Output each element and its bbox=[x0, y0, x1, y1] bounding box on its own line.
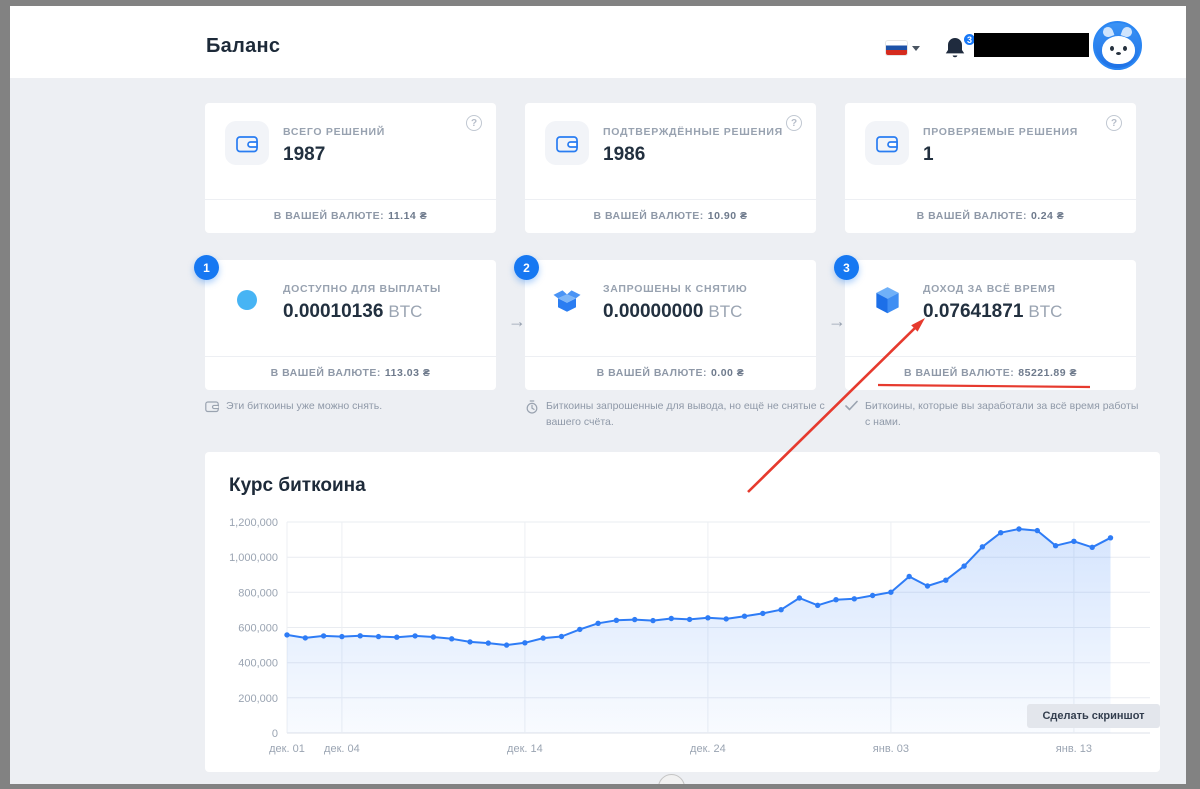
step-badge-2: 2 bbox=[514, 255, 539, 280]
card-label: ПОДТВЕРЖДЁННЫЕ РЕШЕНИЯ bbox=[603, 126, 783, 138]
note-income: Биткоины, которые вы заработали за всё в… bbox=[845, 399, 1145, 431]
cube-icon bbox=[875, 286, 899, 313]
card-footer: В ВАШЕЙ ВАЛЮТЕ: 10.90 ₴ bbox=[525, 199, 816, 232]
svg-text:дек. 04: дек. 04 bbox=[324, 743, 360, 755]
svg-text:400,000: 400,000 bbox=[238, 658, 278, 670]
wallet-icon bbox=[236, 135, 258, 152]
svg-text:0: 0 bbox=[272, 728, 278, 740]
avatar[interactable] bbox=[1093, 21, 1142, 70]
svg-text:600,000: 600,000 bbox=[238, 623, 278, 635]
card-confirmed-solutions: ПОДТВЕРЖДЁННЫЕ РЕШЕНИЯ 1986 ? В ВАШЕЙ ВА… bbox=[525, 103, 816, 233]
wallet-icon-box bbox=[545, 121, 589, 165]
svg-text:янв. 13: янв. 13 bbox=[1056, 743, 1092, 755]
help-icon[interactable]: ? bbox=[1106, 115, 1122, 131]
blue-dot-icon bbox=[237, 290, 257, 310]
card-footer: В ВАШЕЙ ВАЛЮТЕ: 85221.89 ₴ bbox=[845, 356, 1136, 389]
help-icon[interactable]: ? bbox=[786, 115, 802, 131]
balance-page: Баланс 3 ВСЕГО РЕШЕНИЙ 1987 ? В ВАШЕЙ ВА… bbox=[10, 6, 1186, 784]
card-footer: В ВАШЕЙ ВАЛЮТЕ: 0.00 ₴ bbox=[525, 356, 816, 389]
bitcoin-rate-chart: 0 200,000 400,000 600,000 800,000 1,000,000 1,… bbox=[229, 517, 1150, 755]
btc-value: 0.07641871 BTC bbox=[923, 301, 1063, 322]
svg-text:дек. 01: дек. 01 bbox=[269, 743, 305, 755]
svg-text:дек. 24: дек. 24 bbox=[690, 743, 726, 755]
card-label: ВСЕГО РЕШЕНИЙ bbox=[283, 126, 386, 138]
wallet-icon bbox=[876, 135, 898, 152]
card-value: 1986 bbox=[603, 144, 646, 165]
card-total-income: 3 ДОХОД ЗА ВСЁ ВРЕМЯ 0.07641871 BTC В ВАШ… bbox=[834, 255, 1136, 390]
card-label: ДОХОД ЗА ВСЁ ВРЕМЯ bbox=[923, 283, 1056, 295]
card-requested-withdrawal: 2 ЗАПРОШЕНЫ К СНЯТИЮ 0.00000000 BTC В ВАШ… bbox=[514, 255, 816, 390]
page-title: Баланс bbox=[206, 35, 281, 57]
mascot-face bbox=[1102, 36, 1135, 64]
btc-value: 0.00000000 BTC bbox=[603, 301, 743, 322]
header: Баланс 3 bbox=[10, 6, 1186, 78]
chevron-down-icon bbox=[912, 45, 920, 51]
wallet-icon-box bbox=[225, 121, 269, 165]
svg-text:1,200,000: 1,200,000 bbox=[229, 517, 278, 529]
flow-arrow-icon: → bbox=[828, 311, 846, 331]
svg-text:янв. 03: янв. 03 bbox=[873, 743, 909, 755]
note-requested: Биткоины запрошенные для вывода, но ещё … bbox=[525, 399, 825, 431]
timer-icon bbox=[526, 400, 538, 414]
open-box-icon bbox=[553, 289, 581, 312]
svg-text:800,000: 800,000 bbox=[238, 587, 278, 599]
wallet-small-icon bbox=[205, 401, 219, 413]
card-footer: В ВАШЕЙ ВАЛЮТЕ: 11.14 ₴ bbox=[205, 199, 496, 232]
card-label: ПРОВЕРЯЕМЫЕ РЕШЕНИЯ bbox=[923, 126, 1078, 138]
check-icon bbox=[845, 400, 858, 411]
card-label: ДОСТУПНО ДЛЯ ВЫПЛАТЫ bbox=[283, 283, 441, 295]
dot-icon-box bbox=[225, 278, 269, 322]
card-checking-solutions: ПРОВЕРЯЕМЫЕ РЕШЕНИЯ 1 ? В ВАШЕЙ ВАЛЮТЕ: 0… bbox=[845, 103, 1136, 233]
cube-icon-box bbox=[865, 278, 909, 322]
bitcoin-rate-card: Курс биткоина 0 200,000 400,000 600,000 800,… bbox=[205, 452, 1160, 772]
username-redacted[interactable] bbox=[974, 33, 1089, 57]
card-footer: В ВАШЕЙ ВАЛЮТЕ: 113.03 ₴ bbox=[205, 356, 496, 389]
card-available-for-payout: 1 ДОСТУПНО ДЛЯ ВЫПЛАТЫ 0.00010136 BTC В В… bbox=[194, 255, 496, 390]
svg-text:дек. 14: дек. 14 bbox=[507, 743, 543, 755]
step-badge-3: 3 bbox=[834, 255, 859, 280]
help-icon[interactable]: ? bbox=[466, 115, 482, 131]
chart-title: Курс биткоина bbox=[229, 475, 366, 496]
wallet-icon-box bbox=[865, 121, 909, 165]
wallet-icon bbox=[556, 135, 578, 152]
take-screenshot-button[interactable]: Сделать скриншот bbox=[1027, 704, 1160, 728]
btc-value: 0.00010136 BTC bbox=[283, 301, 423, 322]
card-footer: В ВАШЕЙ ВАЛЮТЕ: 0.24 ₴ bbox=[845, 199, 1136, 232]
note-available: Эти биткоины уже можно снять. bbox=[205, 399, 495, 415]
card-value: 1987 bbox=[283, 144, 326, 165]
flow-arrow-icon: → bbox=[508, 311, 526, 331]
svg-text:1,000,000: 1,000,000 bbox=[229, 552, 278, 564]
card-value: 1 bbox=[923, 144, 934, 165]
box-icon-box bbox=[545, 278, 589, 322]
card-label: ЗАПРОШЕНЫ К СНЯТИЮ bbox=[603, 283, 748, 295]
russian-flag-icon bbox=[886, 41, 907, 55]
language-selector[interactable] bbox=[886, 41, 920, 55]
notifications-button[interactable]: 3 bbox=[944, 32, 977, 64]
svg-text:200,000: 200,000 bbox=[238, 693, 278, 705]
step-badge-1: 1 bbox=[194, 255, 219, 280]
card-total-solutions: ВСЕГО РЕШЕНИЙ 1987 ? В ВАШЕЙ ВАЛЮТЕ: 11.1… bbox=[205, 103, 496, 233]
